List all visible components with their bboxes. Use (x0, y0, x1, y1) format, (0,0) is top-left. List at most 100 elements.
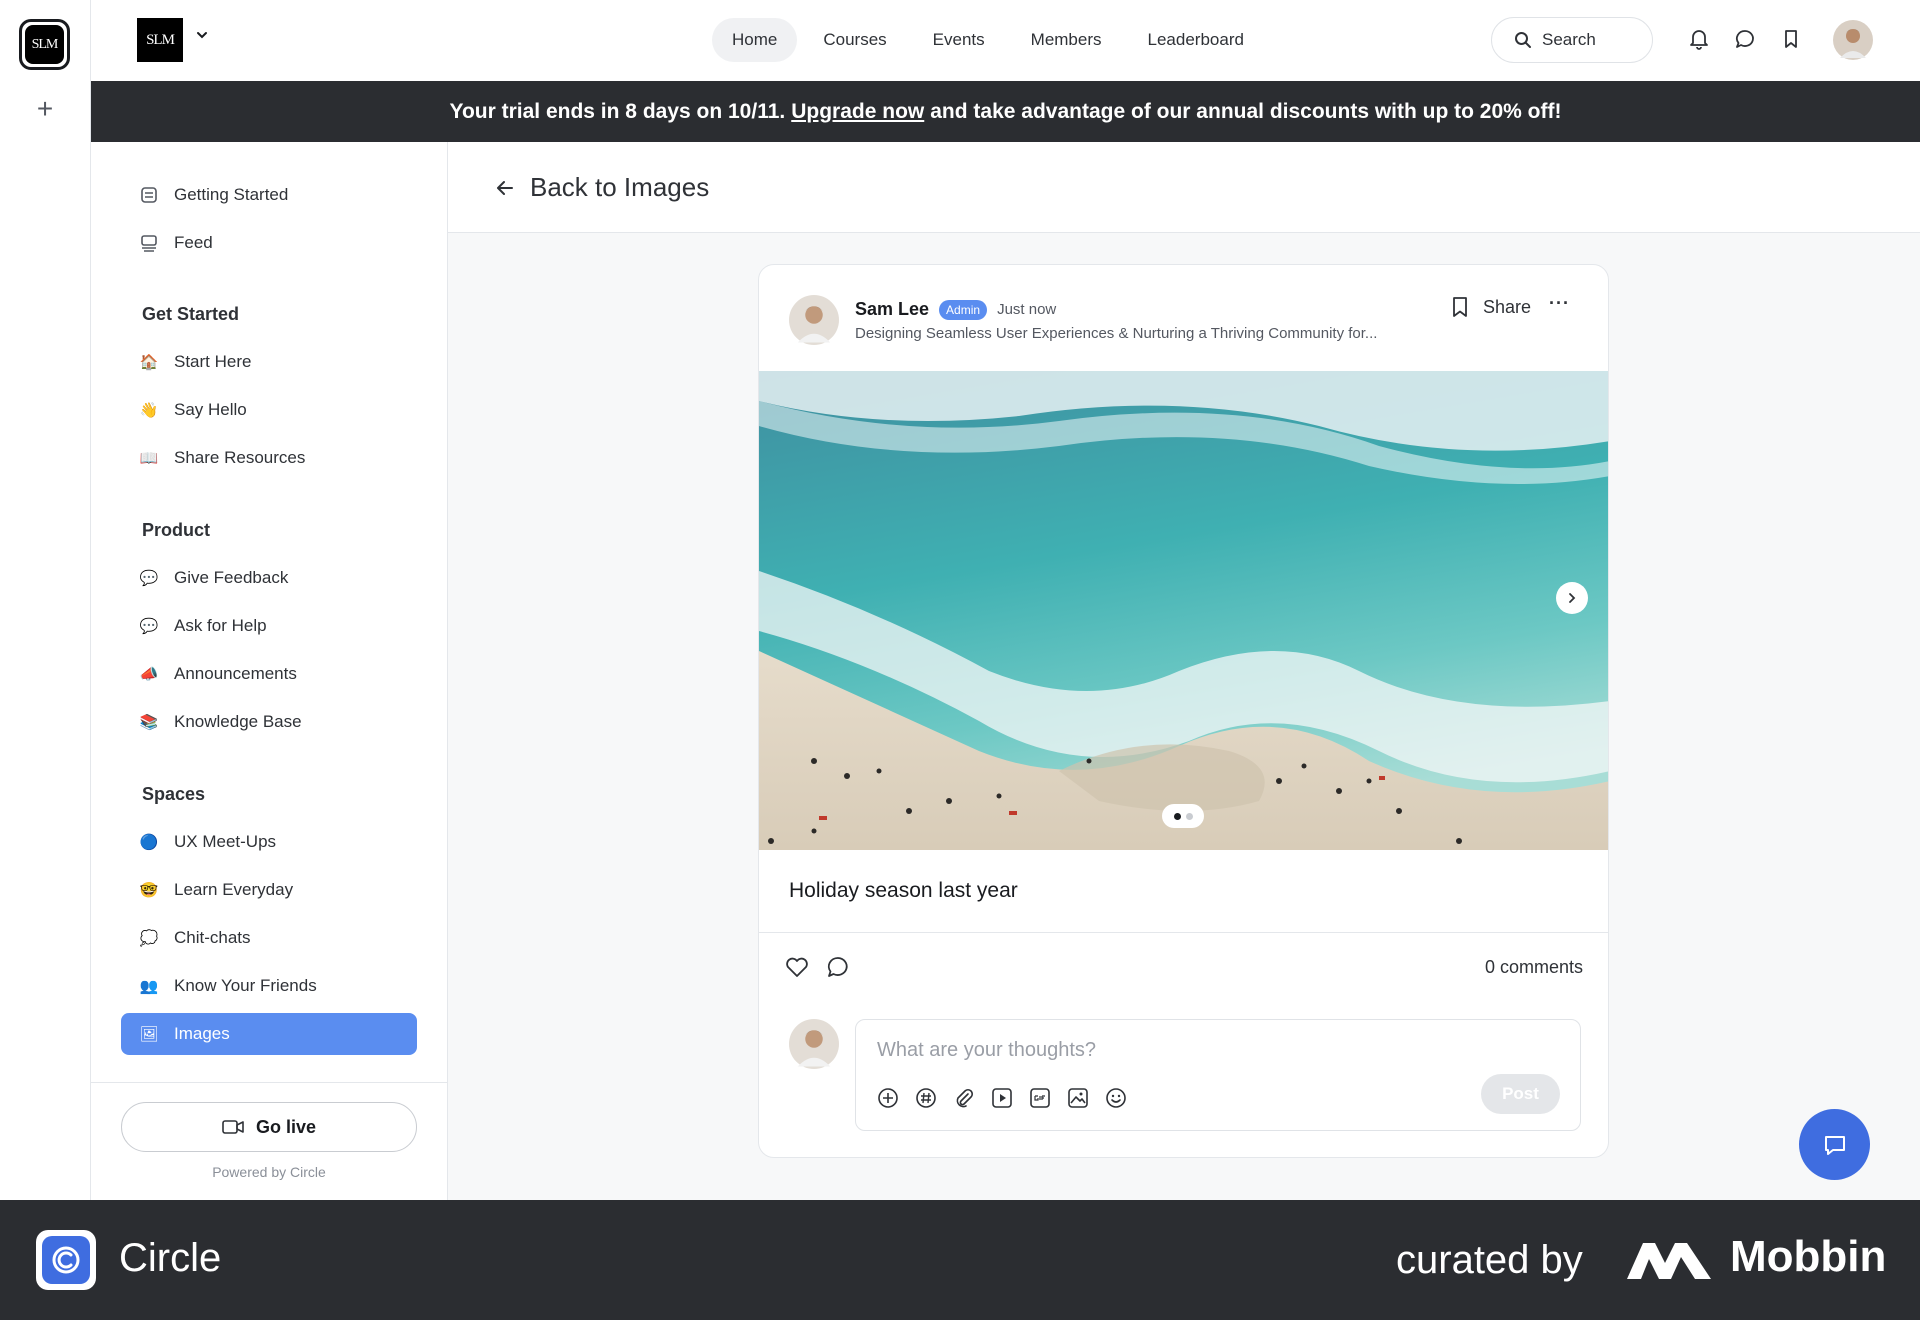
post-card: Sam Lee Admin Just now Designing Seamles… (758, 264, 1609, 1158)
author-avatar[interactable] (789, 295, 839, 345)
book-icon: 📖 (139, 450, 159, 467)
top-header: SLM Home Courses Events Members Leaderbo… (91, 0, 1920, 81)
back-label: Back to Images (530, 172, 710, 202)
chat-widget-button[interactable] (1799, 1109, 1870, 1180)
search-button[interactable]: Search (1491, 17, 1653, 63)
go-live-button[interactable]: Go live (121, 1102, 417, 1152)
comment-editor[interactable]: What are your thoughts? Post (855, 1019, 1581, 1131)
sidebar: Getting Started Feed Get Started 🏠 Start… (91, 142, 448, 1200)
sidebar-item-share-resources[interactable]: 📖 Share Resources (121, 437, 417, 479)
footer-app-name: Circle (119, 1236, 222, 1280)
chat-icon[interactable] (1732, 26, 1758, 52)
sidebar-item-label: Know Your Friends (174, 976, 317, 995)
community-logo[interactable]: SLM (137, 18, 183, 62)
sidebar-item-ux-meet-ups[interactable]: 🔵 UX Meet-Ups (121, 821, 417, 863)
nav-courses[interactable]: Courses (803, 18, 906, 62)
bookmark-icon[interactable] (1778, 26, 1804, 52)
comment-icon[interactable] (824, 953, 852, 981)
sidebar-item-feed[interactable]: Feed (121, 222, 417, 264)
curated-by-label: curated by (1396, 1238, 1583, 1282)
feed-icon (139, 233, 159, 253)
sidebar-item-label: UX Meet-Ups (174, 832, 277, 851)
post-image[interactable] (759, 371, 1609, 850)
megaphone-icon: 📣 (139, 666, 159, 683)
carousel-dot[interactable] (1173, 812, 1181, 820)
message-icon (1824, 1135, 1845, 1155)
sidebar-item-label: Knowledge Base (174, 712, 302, 731)
sidebar-item-label: Learn Everyday (174, 880, 294, 899)
comment-input[interactable]: What are your thoughts? (877, 1039, 1096, 1062)
sidebar-item-getting-started[interactable]: Getting Started (121, 174, 417, 216)
trial-banner: Your trial ends in 8 days on 10/11. Upgr… (91, 81, 1920, 142)
workspace-switcher[interactable]: SLM (19, 19, 70, 70)
sidebar-item-know-your-friends[interactable]: 👥 Know Your Friends (121, 965, 417, 1007)
upgrade-link[interactable]: Upgrade now (791, 100, 924, 124)
paperclip-icon[interactable] (952, 1086, 976, 1110)
sidebar-item-give-feedback[interactable]: 💬 Give Feedback (121, 557, 417, 599)
nav-home[interactable]: Home (712, 18, 798, 62)
sidebar-item-say-hello[interactable]: 👋 Say Hello (121, 389, 417, 431)
sidebar-item-label: Announcements (174, 664, 297, 683)
gif-icon[interactable] (1028, 1086, 1052, 1110)
author-name[interactable]: Sam Lee (855, 299, 929, 320)
heart-icon[interactable] (783, 953, 811, 981)
bookmark-icon[interactable] (1449, 295, 1471, 319)
user-avatar[interactable] (1833, 20, 1873, 60)
nav-leaderboard[interactable]: Leaderboard (1128, 18, 1264, 62)
sidebar-item-ask-for-help[interactable]: 💬 Ask for Help (121, 605, 417, 647)
sidebar-item-start-here[interactable]: 🏠 Start Here (121, 341, 417, 383)
sidebar-item-label: Give Feedback (174, 568, 289, 587)
next-image-button[interactable] (1556, 582, 1588, 614)
trial-banner-text: Your trial ends in 8 days on 10/11. (449, 99, 786, 123)
post-caption: Holiday season last year (789, 879, 1018, 902)
post-button[interactable]: Post (1481, 1074, 1560, 1114)
sidebar-item-announcements[interactable]: 📣 Announcements (121, 653, 417, 695)
hashtag-icon[interactable] (914, 1086, 938, 1110)
post-meta: Sam Lee Admin Just now (855, 299, 1056, 320)
sidebar-item-knowledge-base[interactable]: 📚 Knowledge Base (121, 701, 417, 743)
bell-icon[interactable] (1686, 26, 1712, 52)
comments-count[interactable]: 0 comments (1459, 957, 1583, 978)
card-divider (759, 932, 1608, 933)
sidebar-heading-get-started: Get Started (142, 304, 240, 324)
sidebar-divider (91, 1082, 447, 1083)
sidebar-item-chit-chats[interactable]: 💭 Chit-chats (121, 917, 417, 959)
powered-by[interactable]: Powered by Circle (121, 1164, 417, 1180)
checklist-icon (139, 185, 159, 205)
workspace-rail: SLM + (0, 0, 91, 1200)
carousel-indicator (1162, 804, 1204, 828)
nav-events[interactable]: Events (913, 18, 1005, 62)
books-icon: 📚 (139, 714, 159, 731)
carousel-dot[interactable] (1185, 812, 1193, 820)
speech-bubble-icon: 💬 (139, 618, 159, 635)
sidebar-item-label: Ask for Help (174, 616, 267, 635)
picture-icon: 🖼 (139, 1026, 159, 1043)
add-workspace-button[interactable]: + (33, 95, 57, 123)
chevron-down-icon[interactable] (195, 28, 209, 45)
people-icon: 👥 (139, 978, 159, 995)
emoji-icon[interactable] (1104, 1086, 1128, 1110)
post-time[interactable]: Just now (997, 301, 1056, 318)
plus-circle-icon[interactable] (876, 1086, 900, 1110)
footer-bar: Circle curated by Mobbin (0, 1200, 1920, 1320)
blue-circle-icon: 🔵 (139, 834, 159, 851)
main-nav: Home Courses Events Members Leaderboard (712, 18, 1264, 62)
sidebar-item-label: Chit-chats (174, 928, 251, 947)
sidebar-item-label: Start Here (174, 352, 252, 371)
nerd-face-icon: 🤓 (139, 882, 159, 899)
sidebar-item-label: Images (174, 1024, 230, 1043)
video-icon[interactable] (990, 1086, 1014, 1110)
current-user-avatar (789, 1019, 839, 1069)
sidebar-item-learn-everyday[interactable]: 🤓 Learn Everyday (121, 869, 417, 911)
sidebar-item-images[interactable]: 🖼 Images (121, 1013, 417, 1055)
workspace-logo: SLM (25, 25, 64, 64)
main-content: Back to Images Sam Lee Admin Just now De… (448, 142, 1920, 1200)
sidebar-item-label: Getting Started (174, 185, 289, 204)
back-to-images-link[interactable]: Back to Images (494, 172, 709, 203)
more-options-button[interactable]: ··· (1549, 293, 1570, 314)
nav-members[interactable]: Members (1011, 18, 1122, 62)
wave-icon: 👋 (139, 402, 159, 419)
image-icon[interactable] (1066, 1086, 1090, 1110)
share-button[interactable]: Share (1449, 295, 1531, 319)
sidebar-heading-spaces: Spaces (142, 784, 206, 804)
